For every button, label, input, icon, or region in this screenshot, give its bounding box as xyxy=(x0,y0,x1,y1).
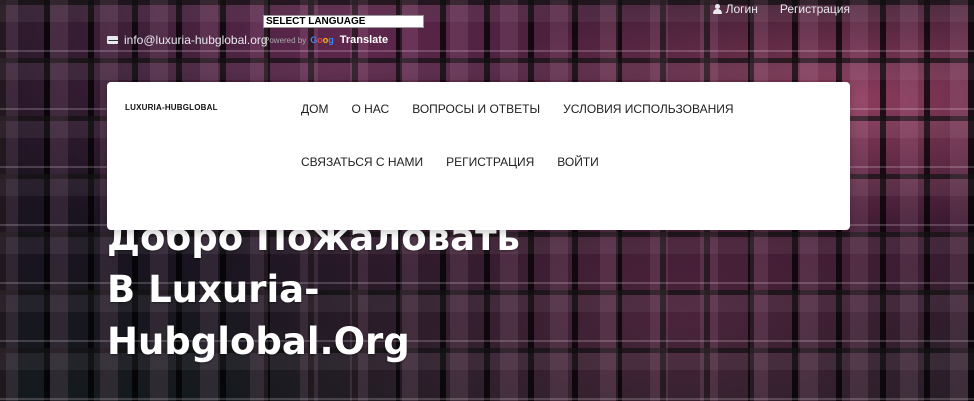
login-link[interactable]: Логин xyxy=(712,2,758,16)
account-links: Логин Регистрация xyxy=(712,2,850,16)
main-menu: ДОМ О НАС ВОПРОСЫ И ОТВЕТЫ УСЛОВИЯ ИСПОЛ… xyxy=(301,82,831,188)
nav-item-home[interactable]: ДОМ xyxy=(301,82,328,135)
powered-by-label: Powered by xyxy=(264,35,307,45)
nav-item-register[interactable]: РЕГИСТРАЦИЯ xyxy=(446,135,534,188)
nav-item-login[interactable]: ВОЙТИ xyxy=(557,135,599,188)
language-select[interactable]: SELECT LANGUAGE xyxy=(263,15,424,28)
google-icon: Goog xyxy=(310,35,334,45)
site-logo[interactable]: LUXURIA-HUBGLOBAL xyxy=(125,103,218,112)
nav-item-about[interactable]: О НАС xyxy=(351,82,389,135)
nav-item-contact[interactable]: СВЯЗАТЬСЯ С НАМИ xyxy=(301,135,423,188)
hero-title: Добро Пожаловать В Luxuria- Hubglobal.Or… xyxy=(107,212,627,368)
top-bar: info@luxuria-hubglobal.org SELECT LANGUA… xyxy=(0,0,974,60)
main-navigation-card: LUXURIA-HUBGLOBAL ДОМ О НАС ВОПРОСЫ И ОТ… xyxy=(107,82,850,230)
register-link[interactable]: Регистрация xyxy=(780,2,850,16)
nav-item-faq[interactable]: ВОПРОСЫ И ОТВЕТЫ xyxy=(412,82,540,135)
envelope-icon xyxy=(107,36,119,44)
email-text[interactable]: info@luxuria-hubglobal.org xyxy=(124,33,268,47)
user-icon xyxy=(712,4,722,14)
contact-email[interactable]: info@luxuria-hubglobal.org xyxy=(107,33,268,47)
hero-title-line-3: Hubglobal.Org xyxy=(107,320,410,363)
translate-link[interactable]: Translate xyxy=(340,34,388,46)
login-label[interactable]: Логин xyxy=(726,2,758,16)
google-translate-attribution: Powered by Goog Translate xyxy=(264,34,388,46)
hero-title-line-2: В Luxuria- xyxy=(107,268,320,311)
nav-item-terms[interactable]: УСЛОВИЯ ИСПОЛЬЗОВАНИЯ xyxy=(563,82,733,135)
